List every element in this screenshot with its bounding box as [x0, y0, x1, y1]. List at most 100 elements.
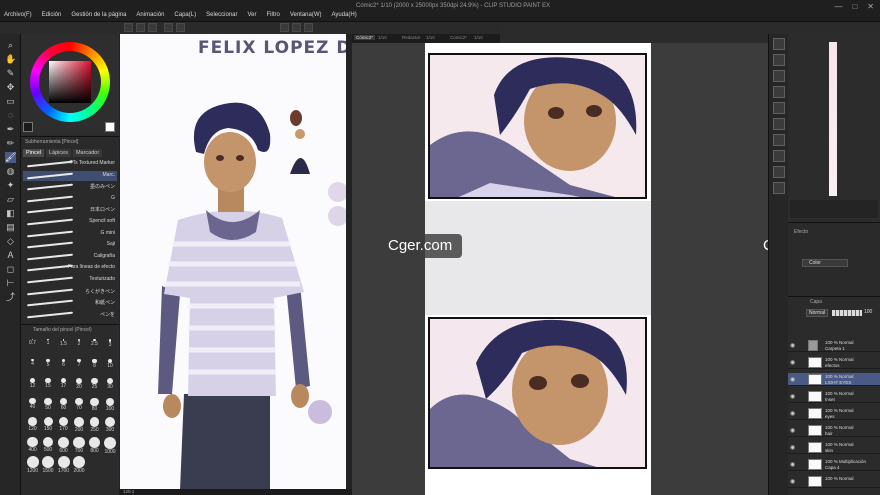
brush-size-option[interactable]: 1000: [103, 436, 118, 455]
airbrush-icon[interactable]: ◍: [5, 166, 16, 177]
snap-ruler-icon[interactable]: [292, 23, 301, 32]
brush-item[interactable]: 墨のみペン: [23, 182, 117, 192]
hand-icon[interactable]: ✋: [5, 54, 16, 65]
brush-size-option[interactable]: 600: [56, 436, 71, 454]
menu-item-3[interactable]: Animación: [136, 12, 164, 18]
panel-toggle-icon[interactable]: [773, 134, 785, 146]
visibility-eye-icon[interactable]: ◉: [790, 461, 795, 468]
pencil-icon[interactable]: ✏: [5, 138, 16, 149]
brush-size-option[interactable]: 80: [87, 397, 102, 412]
tab-marcador[interactable]: Marcador: [72, 149, 103, 157]
pen-icon[interactable]: ✒: [5, 124, 16, 135]
brush-size-option[interactable]: 3: [103, 339, 118, 353]
layer-row[interactable]: ◉ 100 % Multiplicación Capa 4: [788, 458, 880, 471]
brush-size-option[interactable]: 25: [87, 378, 102, 392]
layer-row[interactable]: ◉ 100 % Normal hair: [788, 424, 880, 437]
brush-item[interactable]: Caligrafía: [23, 252, 117, 262]
brush-item[interactable]: ペンを: [23, 310, 117, 320]
brush-size-option[interactable]: 120: [25, 417, 40, 432]
brush-item[interactable]: Saji: [23, 240, 117, 250]
layer-row[interactable]: ◉ 100 % Normal skin: [788, 441, 880, 454]
minimize-button[interactable]: —: [834, 2, 842, 11]
comic-panel-1[interactable]: [428, 53, 647, 199]
panel-toggle-icon[interactable]: [773, 182, 785, 194]
visibility-eye-icon[interactable]: ◉: [790, 427, 795, 434]
brush-size-option[interactable]: 60: [56, 397, 71, 412]
brush-size-option[interactable]: 4: [25, 358, 40, 373]
brush-size-option[interactable]: 10: [103, 358, 118, 373]
gradient-icon[interactable]: ▤: [5, 222, 16, 233]
text-icon[interactable]: A: [5, 250, 16, 261]
brush-size-option[interactable]: 1200: [25, 456, 40, 474]
brush-size-option[interactable]: 2000: [72, 456, 87, 474]
brush-item[interactable]: TTs Textured Marker: [23, 159, 117, 169]
brush-size-option[interactable]: 2.5: [87, 339, 102, 353]
brush-size-option[interactable]: 1: [41, 339, 56, 353]
brush-size-option[interactable]: 20: [72, 378, 87, 392]
brush-item[interactable]: Para líneas de efecto: [23, 263, 117, 273]
figure-icon[interactable]: ◇: [5, 236, 16, 247]
brush-size-option[interactable]: 300: [103, 417, 118, 433]
save-icon[interactable]: [148, 23, 157, 32]
navigator-controls[interactable]: [790, 200, 878, 218]
menu-item-6[interactable]: Ver: [247, 12, 256, 18]
brush-item[interactable]: Texturizado: [23, 275, 117, 285]
magnifier-icon[interactable]: ⌕: [5, 40, 16, 51]
brush-item[interactable]: 和紙ペン: [23, 298, 117, 308]
select-icon[interactable]: ▭: [5, 96, 16, 107]
brush-size-option[interactable]: 100: [103, 397, 118, 412]
panel-toggle-icon[interactable]: [773, 86, 785, 98]
fill-icon[interactable]: ◧: [5, 208, 16, 219]
brush-size-option[interactable]: 1.5: [56, 339, 71, 353]
snap-grid-icon[interactable]: [304, 23, 313, 32]
close-button[interactable]: ✕: [867, 2, 874, 11]
panel-toggle-icon[interactable]: [773, 70, 785, 82]
lasso-icon[interactable]: ◌: [5, 110, 16, 121]
visibility-eye-icon[interactable]: ◉: [790, 342, 795, 349]
decoration-icon[interactable]: ✦: [5, 180, 16, 191]
panel-toggle-icon[interactable]: [773, 54, 785, 66]
panel-toggle-icon[interactable]: [773, 102, 785, 114]
visibility-eye-icon[interactable]: ◉: [790, 376, 795, 383]
correct-line-icon[interactable]: ⤴: [5, 292, 16, 303]
eraser-icon[interactable]: ▱: [5, 194, 16, 205]
sub-color-swatch[interactable]: [105, 122, 115, 132]
main-color-swatch[interactable]: [23, 122, 33, 132]
balloon-icon[interactable]: ◻: [5, 264, 16, 275]
brush-item[interactable]: 日本ロぺン: [23, 205, 117, 215]
menu-item-2[interactable]: Gestión de la página: [71, 12, 126, 18]
visibility-eye-icon[interactable]: ◉: [790, 478, 795, 485]
brush-size-option[interactable]: 170: [56, 417, 71, 432]
layer-row[interactable]: ◉ 100 % Normal eyes: [788, 407, 880, 420]
brush-size-option[interactable]: 8: [87, 358, 102, 373]
menu-item-7[interactable]: Filtro: [266, 12, 279, 18]
move-icon[interactable]: ✥: [5, 82, 16, 93]
eyedropper-icon[interactable]: ✎: [5, 68, 16, 79]
ruler-icon[interactable]: ⊢: [5, 278, 16, 289]
brush-size-option[interactable]: 500: [41, 436, 56, 453]
canvas-tab[interactable]: 1/10: [426, 35, 435, 40]
menu-item-8[interactable]: Ventana(W): [290, 12, 322, 18]
menu-item-0[interactable]: Archivo(F): [4, 12, 32, 18]
blend-mode-select[interactable]: Normal: [806, 309, 828, 317]
opacity-slider[interactable]: [832, 310, 862, 316]
brush-size-option[interactable]: 30: [103, 378, 118, 392]
color-wheel[interactable]: [30, 42, 110, 122]
open-file-icon[interactable]: [136, 23, 145, 32]
brush-size-option[interactable]: 70: [72, 397, 87, 412]
saturation-square[interactable]: [49, 61, 91, 103]
canvas-tab[interactable]: Redactar: [402, 35, 420, 40]
snap-icon[interactable]: [280, 23, 289, 32]
brush-size-option[interactable]: 800: [87, 436, 102, 454]
canvas-tab[interactable]: 1/10: [378, 35, 387, 40]
layer-row[interactable]: ◉ 100 % Normal efectos: [788, 356, 880, 369]
brush-icon[interactable]: 🖌: [5, 152, 16, 163]
brush-item[interactable]: G: [23, 194, 117, 204]
canvas-tab[interactable]: 1/10: [474, 35, 483, 40]
new-file-icon[interactable]: [124, 23, 133, 32]
navigator-preview[interactable]: [829, 42, 837, 196]
brush-size-option[interactable]: 150: [41, 417, 56, 432]
brush-item[interactable]: Spencil soft: [23, 217, 117, 227]
brush-item[interactable]: らくがきペン: [23, 287, 117, 297]
brush-size-option[interactable]: 15: [41, 378, 56, 392]
